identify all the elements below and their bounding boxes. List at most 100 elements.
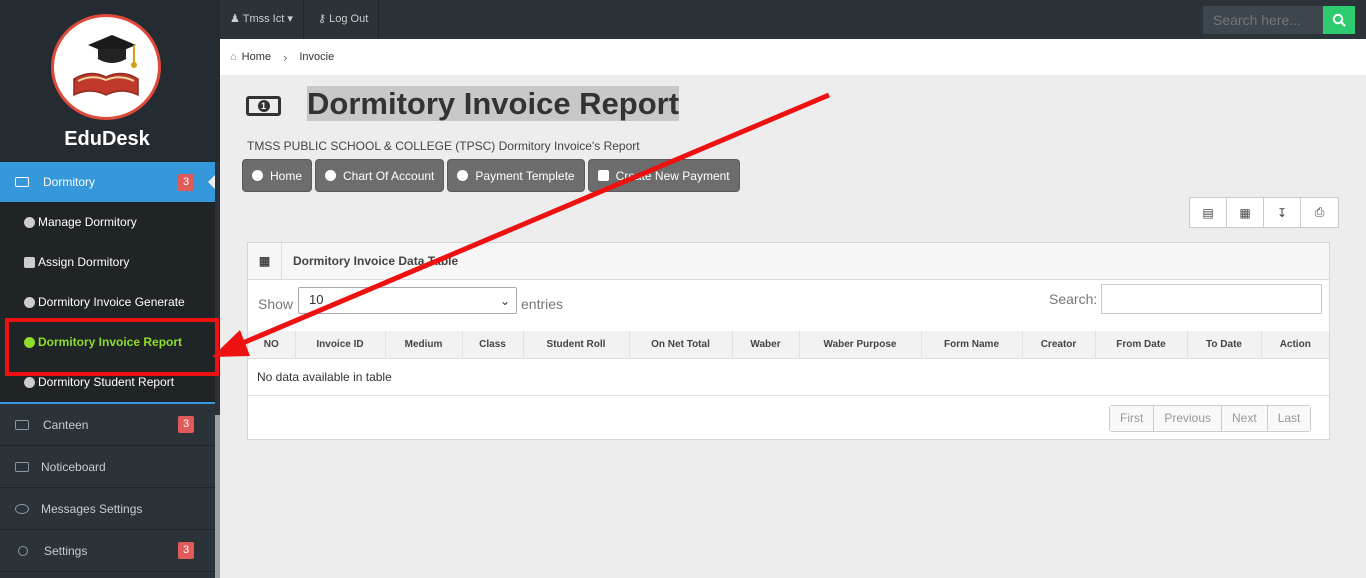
topbar: ♟ Tmss Ict ▾ ⚷ Log Out: [220, 0, 1366, 39]
logo: [51, 14, 161, 120]
column-header[interactable]: Form Name: [921, 331, 1023, 358]
window-icon: [15, 461, 29, 472]
empty-message: No data available in table: [248, 357, 1329, 396]
sidebar-item-canteen[interactable]: Canteen 3: [0, 404, 215, 446]
sidebar-item-assign-dormitory[interactable]: Assign Dormitory: [0, 242, 215, 282]
chevron-right-icon: ›: [283, 49, 288, 65]
grid-icon: ▦: [248, 242, 282, 280]
life-ring-icon: [24, 216, 35, 228]
button-label: Chart Of Account: [343, 168, 435, 183]
button-label: Home: [270, 168, 303, 183]
count-badge: 3: [178, 542, 194, 559]
sidebar-item-label: Settings: [44, 543, 88, 558]
panel-header: ▦ Dormitory Invoice Data Table: [248, 242, 1329, 280]
page-title: Dormitory Invoice Report: [307, 86, 680, 122]
column-header[interactable]: Invoice ID: [295, 331, 386, 358]
invoice-table: NO Invoice ID Medium Class Student Roll …: [248, 331, 1329, 396]
money-bill-icon: 1: [246, 96, 281, 116]
entries-label: entries: [521, 296, 564, 312]
id-card-icon: [15, 419, 29, 430]
sidebar-item-label: Canteen: [43, 417, 89, 432]
submenu-label: Dormitory Invoice Generate: [38, 295, 185, 309]
circle-icon: [24, 376, 35, 388]
submenu-label: Assign Dormitory: [38, 255, 130, 269]
plus-circle-icon: [457, 170, 469, 181]
search-input[interactable]: [1203, 6, 1323, 34]
count-badge: 3: [178, 174, 194, 191]
list-icon: [597, 170, 609, 181]
print-icon: ⎙: [1314, 205, 1325, 219]
key-icon: ⚷: [318, 13, 327, 25]
table-search-input[interactable]: [1101, 284, 1322, 314]
column-header[interactable]: From Date: [1095, 331, 1188, 358]
search-icon: [1332, 13, 1346, 27]
caret-down-icon: ▾: [287, 13, 293, 25]
user-name: Tmss Ict: [242, 13, 285, 25]
check-square-icon: [24, 256, 35, 268]
export-pdf-button[interactable]: ▤: [1190, 198, 1227, 227]
breadcrumb-home[interactable]: Home: [242, 51, 271, 63]
column-header[interactable]: Waber Purpose: [799, 331, 922, 358]
action-buttons: Home Chart Of Account Payment Templete C…: [242, 159, 740, 192]
table-row: No data available in table: [248, 357, 1329, 396]
column-header[interactable]: Class: [462, 331, 524, 358]
panel-title: Dormitory Invoice Data Table: [293, 254, 459, 268]
info-icon: [18, 545, 28, 556]
export-excel-button[interactable]: ▦: [1227, 198, 1264, 227]
page-first-button[interactable]: First: [1110, 406, 1155, 431]
chevron-down-icon: ⌄: [499, 294, 510, 308]
file-excel-icon: ▦: [1239, 205, 1251, 220]
data-table-panel: ▦ Dormitory Invoice Data Table Show 10 ⌄…: [247, 242, 1330, 440]
recycle-icon: [24, 296, 35, 308]
count-badge: 3: [178, 416, 194, 433]
pagination: First Previous Next Last: [1109, 405, 1312, 432]
user-icon: ♟: [230, 13, 240, 25]
export-toolbar: ▤ ▦ ↧ ⎙: [1189, 197, 1339, 228]
home-button[interactable]: Home: [242, 159, 313, 192]
column-header[interactable]: Student Roll: [523, 331, 630, 358]
page-next-button[interactable]: Next: [1222, 406, 1268, 431]
sidebar-item-messages-settings[interactable]: Messages Settings: [0, 488, 215, 530]
brand-area: EduDesk: [0, 0, 220, 162]
download-button[interactable]: ↧: [1264, 198, 1301, 227]
search-button[interactable]: [1323, 6, 1355, 34]
sidebar-item-noticeboard[interactable]: Noticeboard: [0, 446, 215, 488]
column-header[interactable]: To Date: [1187, 331, 1262, 358]
sidebar-item-settings[interactable]: Settings 3: [0, 530, 215, 572]
comments-icon: [15, 503, 29, 514]
page-subtitle: TMSS PUBLIC SCHOOL & COLLEGE (TPSC) Dorm…: [247, 139, 640, 153]
sidebar-item-dormitory[interactable]: Dormitory 3: [0, 162, 215, 202]
column-header[interactable]: Medium: [385, 331, 463, 358]
logout-label: Log Out: [329, 13, 369, 25]
home-icon: ⌂: [230, 51, 237, 63]
dashboard-icon: [252, 170, 263, 181]
column-header[interactable]: Creator: [1022, 331, 1096, 358]
print-button[interactable]: ⎙: [1301, 198, 1338, 227]
column-header[interactable]: NO: [248, 331, 296, 358]
column-header[interactable]: On Net Total: [629, 331, 733, 358]
download-icon: ↧: [1276, 205, 1288, 220]
brand-name: EduDesk: [64, 128, 150, 150]
file-pdf-icon: ▤: [1202, 205, 1214, 220]
sidebar-scrollbar[interactable]: [215, 415, 220, 578]
sidebar-item-label: Noticeboard: [41, 459, 106, 474]
create-new-payment-button[interactable]: Create New Payment: [587, 159, 740, 192]
sidebar-item-manage-dormitory[interactable]: Manage Dormitory: [0, 202, 215, 242]
page-previous-button[interactable]: Previous: [1154, 406, 1223, 431]
sidebar: EduDesk Dormitory 3 Manage Dormitory Ass…: [0, 0, 220, 578]
payment-template-button[interactable]: Payment Templete: [447, 159, 585, 192]
chart-of-account-button[interactable]: Chart Of Account: [315, 159, 445, 192]
page-last-button[interactable]: Last: [1267, 406, 1311, 431]
sidebar-item-invoice-generate[interactable]: Dormitory Invoice Generate: [0, 282, 215, 322]
id-card-icon: [15, 177, 29, 187]
column-header[interactable]: Waber: [732, 331, 800, 358]
logout-link[interactable]: ⚷ Log Out: [308, 0, 380, 39]
submenu-label: Manage Dormitory: [38, 215, 137, 229]
column-header[interactable]: Action: [1261, 331, 1329, 358]
user-menu[interactable]: ♟ Tmss Ict ▾: [220, 0, 304, 39]
submenu-label: Dormitory Student Report: [38, 375, 175, 389]
page-size-value: 10: [309, 292, 324, 307]
breadcrumb-current: Invocie: [299, 51, 335, 63]
page-title-text: Dormitory Invoice Report: [307, 86, 680, 121]
page-size-select[interactable]: 10 ⌄: [298, 287, 517, 314]
